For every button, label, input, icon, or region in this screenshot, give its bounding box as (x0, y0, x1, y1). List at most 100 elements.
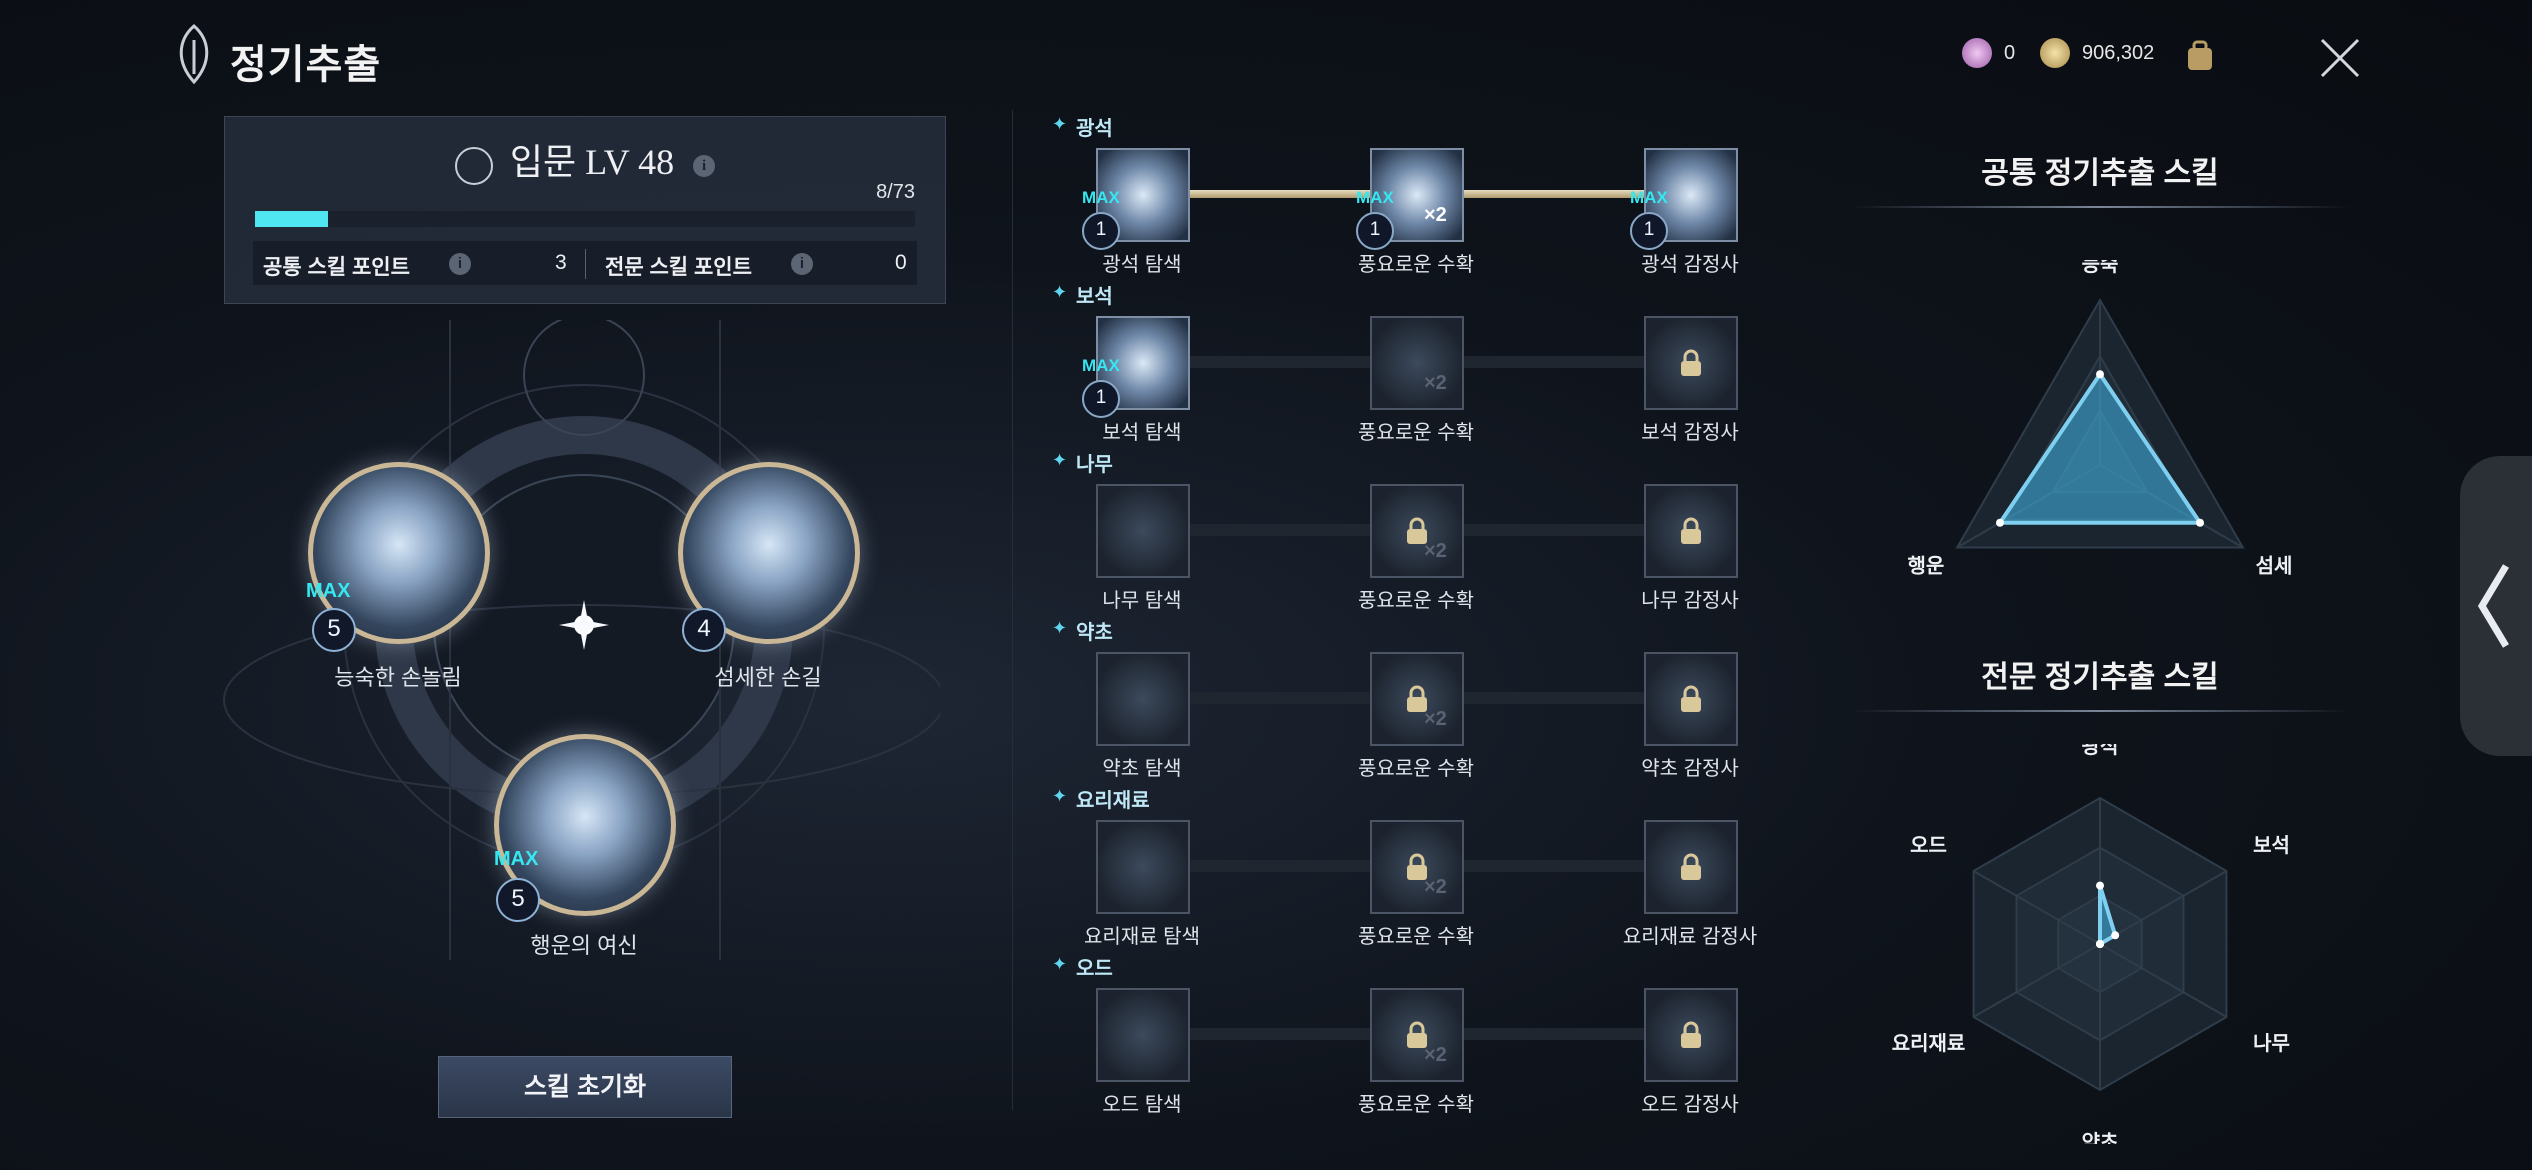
skill-connector (1462, 356, 1644, 368)
skill-node[interactable]: ×2 (1370, 484, 1464, 578)
skill-level-badge: 5 (312, 608, 356, 652)
skill-node-label: 광석 탐색 (1102, 254, 1182, 276)
category-title: 광석 (1076, 118, 1113, 140)
info-icon[interactable]: i (791, 253, 813, 275)
skill-node-label: 풍요로운 수확 (1358, 926, 1474, 948)
lock-icon (1678, 684, 1704, 714)
radar-label: 광석 (2082, 744, 2119, 758)
skill-node[interactable]: ×2 (1370, 652, 1464, 746)
skill-orb-label: 섬세한 손길 (714, 665, 822, 690)
max-tag: MAX (494, 848, 539, 870)
gem-currency: 0 (1962, 38, 2015, 68)
skill-node[interactable] (1096, 484, 1190, 578)
skill-reset-button[interactable]: 스킬 초기화 (438, 1056, 732, 1118)
multiplier-label: ×2 (1424, 372, 1447, 394)
skill-node-label: 나무 감정사 (1641, 590, 1739, 612)
lock-icon (1678, 1020, 1704, 1050)
skill-orb-label: 행운의 여신 (530, 933, 638, 958)
category-star-icon: ✦ (1052, 282, 1068, 302)
max-tag: MAX (1082, 188, 1120, 207)
skill-node[interactable]: ×2 (1370, 316, 1464, 410)
skill-node-label: 요리재료 탐색 (1084, 926, 1200, 948)
inventory-bag-icon[interactable] (2180, 36, 2220, 76)
radar-point (2196, 518, 2205, 527)
category-title: 오드 (1076, 958, 1113, 980)
radar-point (2111, 931, 2120, 940)
common-radar-title: 공통 정기추출 스킬 (1981, 157, 2219, 190)
category-star-icon: ✦ (1052, 114, 1068, 134)
skill-node[interactable] (1644, 988, 1738, 1082)
skill-connector (1462, 860, 1644, 872)
skill-node-label: 보석 감정사 (1641, 422, 1739, 444)
skill-node-label: 풍요로운 수확 (1358, 254, 1474, 276)
max-tag: MAX (1082, 356, 1120, 375)
skill-node[interactable] (1644, 820, 1738, 914)
skill-node-label: 보석 탐색 (1102, 422, 1182, 444)
radar-label: 능숙 (2082, 260, 2119, 276)
category-star-icon: ✦ (1052, 786, 1068, 806)
level-progress-fill (255, 211, 328, 227)
category-star-icon: ✦ (1052, 450, 1068, 470)
skill-connector (1188, 1028, 1370, 1040)
max-tag: MAX (1630, 188, 1668, 207)
gold-coin-icon (2040, 38, 2070, 68)
radar-label: 나무 (2253, 1032, 2290, 1055)
skill-connector (1462, 524, 1644, 536)
lock-icon (1678, 348, 1704, 378)
skill-level-badge: 1 (1630, 212, 1668, 250)
multiplier-label: ×2 (1424, 708, 1447, 730)
skill-connector (1188, 860, 1370, 872)
expert-points-value: 0 (895, 251, 907, 274)
skill-node[interactable]: ×2 (1370, 820, 1464, 914)
multiplier-label: ×2 (1424, 204, 1447, 226)
lock-icon (1678, 516, 1704, 546)
skill-connector (1188, 190, 1370, 198)
skill-node-label: 약초 탐색 (1102, 758, 1182, 780)
skill-connector (1462, 190, 1644, 198)
expert-radar-chart: 광석보석나무약초 요리재료 오드 (1892, 744, 2290, 1144)
level-emblem-icon (454, 146, 493, 185)
page-title: 정기추출 (230, 43, 382, 87)
expert-radar-title: 전문 정기추출 스킬 (1981, 661, 2219, 694)
skill-node[interactable] (1644, 316, 1738, 410)
skill-node[interactable] (1096, 652, 1190, 746)
category-title: 요리재료 (1076, 790, 1150, 812)
radar-label: 섬세 (2256, 555, 2293, 578)
divider (585, 249, 586, 279)
common-points-label: 공통 스킬 포인트 (263, 256, 410, 279)
radar-label: 약초 (2082, 1131, 2119, 1144)
close-icon[interactable] (2312, 30, 2368, 86)
common-radar-chart: 능숙섬세 행운 (1908, 260, 2293, 578)
category-title: 약초 (1076, 622, 1113, 644)
skill-node[interactable]: ×2 (1370, 988, 1464, 1082)
level-panel: 입문 LV 48 i 8/73 공통 스킬 포인트 i 3 전문 스킬 포인트 … (224, 116, 946, 304)
skill-node[interactable] (1096, 988, 1190, 1082)
skill-node[interactable] (1644, 652, 1738, 746)
skill-node-label: 광석 감정사 (1641, 254, 1739, 276)
gold-amount: 906,302 (2082, 41, 2155, 64)
level-progress-bar (255, 211, 915, 227)
category-title: 나무 (1076, 454, 1113, 476)
category-title: 보석 (1076, 286, 1113, 308)
radar-label: 오드 (1910, 835, 1947, 857)
skill-connector (1462, 692, 1644, 704)
radar-label: 보석 (2253, 834, 2290, 857)
skill-node[interactable] (1644, 484, 1738, 578)
divider (1012, 110, 1013, 1110)
skill-level-badge: 1 (1082, 212, 1120, 250)
radar-point (2096, 370, 2104, 379)
skill-level-badge: 4 (682, 608, 726, 652)
skill-points-row: 공통 스킬 포인트 i 3 전문 스킬 포인트 i 0 (253, 241, 917, 285)
expert-points-label: 전문 스킬 포인트 (605, 256, 752, 279)
level-progress-text: 8/73 (876, 181, 915, 203)
multiplier-label: ×2 (1424, 1044, 1447, 1066)
side-panel-handle[interactable] (2460, 456, 2532, 756)
skill-node[interactable] (1096, 820, 1190, 914)
multiplier-label: ×2 (1424, 876, 1447, 898)
info-icon[interactable]: i (693, 154, 716, 177)
max-tag: MAX (306, 580, 351, 602)
common-points-value: 3 (555, 251, 567, 274)
gem-icon (1962, 38, 1992, 68)
skill-tree: ✦ 광석 MAX 1 광석 탐색 ×2 MAX 1 풍요로운 수확 MAX 1 광석 감정사 ✦ 보석 MA… (1040, 108, 1800, 1118)
info-icon[interactable]: i (449, 253, 471, 275)
